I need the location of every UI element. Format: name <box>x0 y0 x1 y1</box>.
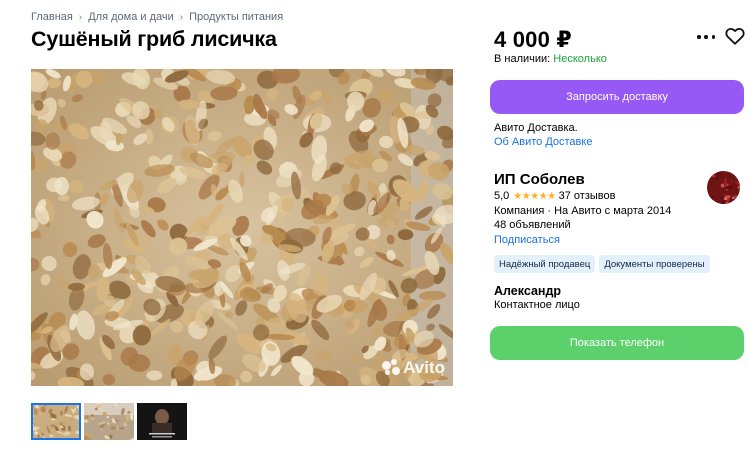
rating-value: 5,0 <box>494 190 510 202</box>
seller-avatar-image <box>707 171 740 204</box>
more-options-icon[interactable] <box>697 30 715 44</box>
subscribe-link[interactable]: Подписаться <box>494 234 560 246</box>
delivery-text: Авито Доставка. <box>494 122 578 134</box>
star-rating-icon: ★★★★★ <box>513 190 556 202</box>
breadcrumb-item-home-garden[interactable]: Для дома и дачи <box>88 11 174 23</box>
seller-company-info: Компания · На Авито с марта 2014 <box>494 205 672 217</box>
seller-avatar[interactable] <box>707 171 740 204</box>
badge-reliable-seller[interactable]: Надёжный продавец <box>494 255 596 273</box>
seller-ads-count: 48 объявлений <box>494 219 571 231</box>
stock-label: В наличии: <box>494 53 551 65</box>
thumbnail-mushrooms-image <box>84 403 134 440</box>
watermark-text: Avito <box>403 358 445 377</box>
avito-logo-icon <box>382 359 401 377</box>
thumbnail-3[interactable] <box>137 403 187 440</box>
breadcrumb-item-home[interactable]: Главная <box>31 11 73 23</box>
seller-badges: Надёжный продавец Документы проверены <box>494 255 710 273</box>
chevron-right-icon: › <box>78 11 83 23</box>
reviews-count[interactable]: 37 отзывов <box>559 190 616 202</box>
chevron-right-icon: › <box>179 11 184 23</box>
thumbnail-video-frame-image <box>137 403 187 440</box>
heart-icon[interactable] <box>725 27 745 45</box>
breadcrumb-item-food[interactable]: Продукты питания <box>189 11 283 23</box>
thumbnail-strip <box>31 403 187 440</box>
stock-status: В наличии: Несколько <box>494 53 607 65</box>
request-delivery-button[interactable]: Запросить доставку <box>490 80 744 114</box>
show-phone-button[interactable]: Показать телефон <box>490 326 744 360</box>
contact-name: Александр <box>494 284 562 298</box>
thumbnail-mushrooms-image <box>31 403 81 440</box>
contact-role: Контактное лицо <box>494 299 580 311</box>
dried-mushrooms-image <box>31 69 453 386</box>
price: 4 000 ₽ <box>494 27 572 52</box>
seller-rating: 5,0 ★★★★★ 37 отзывов <box>494 190 615 202</box>
breadcrumb: Главная › Для дома и дачи › Продукты пит… <box>31 11 283 23</box>
thumbnail-1[interactable] <box>31 403 81 440</box>
main-photo[interactable]: Avito <box>31 69 453 386</box>
stock-value: Несколько <box>553 53 607 65</box>
page-title: Сушёный гриб лисичка <box>31 27 277 51</box>
seller-name[interactable]: ИП Соболев <box>494 171 585 188</box>
thumbnail-2[interactable] <box>84 403 134 440</box>
about-delivery-link[interactable]: Об Авито Доставке <box>494 136 592 148</box>
avito-watermark: Avito <box>382 358 445 378</box>
badge-documents-verified[interactable]: Документы проверены <box>599 255 710 273</box>
